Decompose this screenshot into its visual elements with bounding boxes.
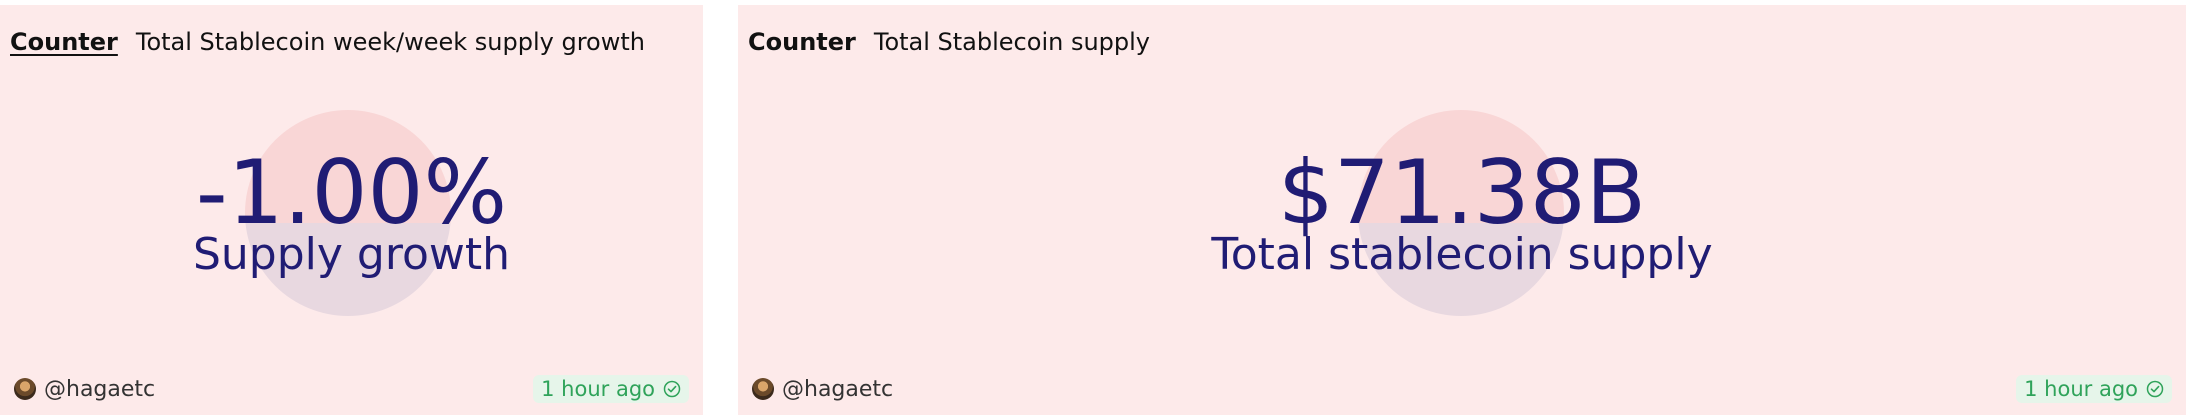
counter-card-supply-growth: Counter Total Stablecoin week/week suppl… [0,5,703,415]
freshness-badge: 1 hour ago [533,375,689,403]
author-name: @hagaetc [782,376,894,402]
counter-display: -1.00% Supply growth [0,141,703,277]
card-header: Counter Total Stablecoin week/week suppl… [10,24,645,60]
visualization-type-tab[interactable]: Counter [10,28,118,56]
updated-time: 1 hour ago [2024,377,2138,401]
card-title: Total Stablecoin week/week supply growth [135,28,645,56]
card-header: Counter Total Stablecoin supply [748,24,1150,60]
counter-label: Total stablecoin supply [1211,229,1713,280]
counter-label: Supply growth [192,229,511,280]
avatar-icon [14,378,36,400]
author-link[interactable]: @hagaetc [14,377,155,402]
card-title: Total Stablecoin supply [873,28,1150,56]
avatar-icon [752,378,774,400]
card-footer: @hagaetc 1 hour ago [14,371,689,407]
visualization-type-tab[interactable]: Counter [748,28,856,56]
freshness-badge: 1 hour ago [2016,375,2172,403]
counter-display: $71.38B Total stablecoin supply [738,141,2186,277]
counter-card-total-supply: Counter Total Stablecoin supply $71.38B … [738,5,2186,415]
check-circle-icon [2146,380,2164,398]
updated-time: 1 hour ago [541,377,655,401]
card-footer: @hagaetc 1 hour ago [752,371,2172,407]
author-link[interactable]: @hagaetc [752,377,893,402]
author-name: @hagaetc [44,376,156,402]
check-circle-icon [663,380,681,398]
